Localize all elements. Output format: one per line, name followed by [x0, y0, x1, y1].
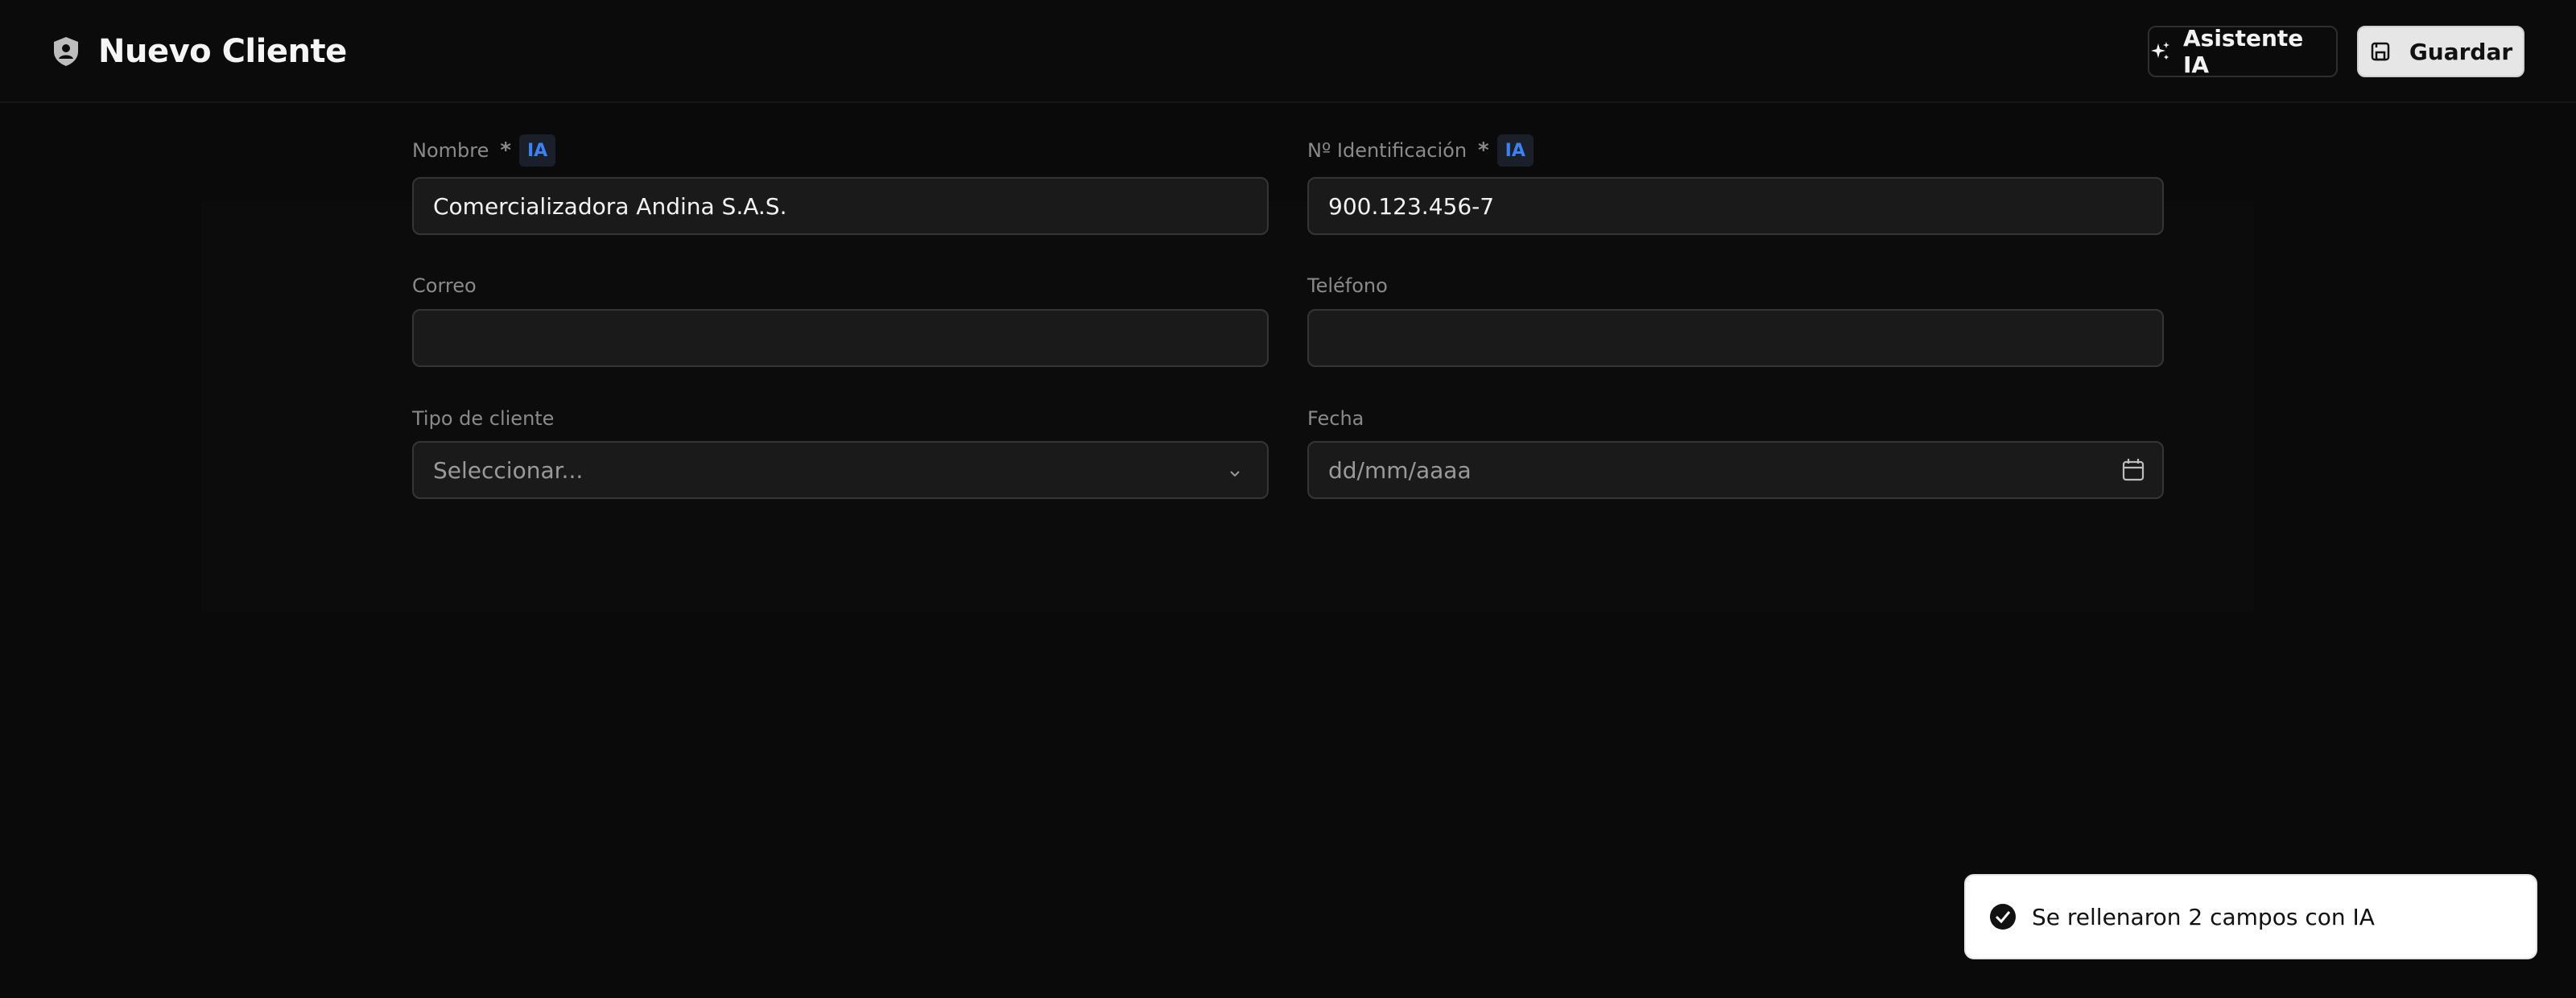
identificacion-input[interactable]: 900.123.456-7 [1307, 177, 2164, 235]
nombre-label-row: Nombre * IA [412, 133, 556, 168]
shield-user-icon [52, 34, 84, 69]
nombre-input[interactable]: Comercializadora Andina S.A.S. [412, 177, 1269, 235]
toast-message: Se rellenaron 2 campos con IA [2032, 903, 2375, 930]
ia-badge: IA [1496, 134, 1534, 167]
ia-badge: IA [518, 134, 556, 167]
required-mark: * [500, 138, 511, 163]
nombre-value: Comercializadora Andina S.A.S. [433, 192, 787, 220]
sparkles-icon [2149, 40, 2172, 63]
required-mark: * [1478, 138, 1489, 163]
identificacion-label-row: Nº Identificación * IA [1307, 133, 1534, 168]
telefono-label: Teléfono [1307, 274, 1388, 297]
identificacion-value: 900.123.456-7 [1328, 192, 1495, 220]
identificacion-label: Nº Identificación [1307, 139, 1468, 162]
fecha-input[interactable]: dd/mm/aaaa [1307, 441, 2164, 499]
save-icon [2369, 40, 2392, 63]
chevron-down-icon [1225, 462, 1245, 481]
check-circle-icon [1988, 902, 2017, 931]
correo-label-row: Correo [412, 268, 477, 303]
telefono-label-row: Teléfono [1307, 268, 1388, 303]
telefono-input[interactable] [1307, 309, 2164, 367]
nombre-label: Nombre [412, 139, 489, 162]
ai-assistant-label: Asistente IA [2183, 25, 2304, 78]
tipo-cliente-label-row: Tipo de cliente [412, 401, 554, 436]
correo-label: Correo [412, 274, 477, 297]
fecha-label: Fecha [1307, 407, 1364, 430]
correo-input[interactable] [412, 309, 1269, 367]
tipo-cliente-select[interactable]: Seleccionar... [412, 441, 1269, 499]
toast-notification: Se rellenaron 2 campos con IA [1964, 874, 2537, 959]
ai-assistant-button[interactable]: Asistente IA [2148, 25, 2338, 78]
fecha-placeholder: dd/mm/aaaa [1328, 456, 1472, 484]
brand: Nuevo Cliente [52, 32, 347, 71]
tipo-cliente-selected: Seleccionar... [433, 456, 584, 484]
save-label: Guardar [2409, 38, 2513, 65]
page-title: Nuevo Cliente [98, 33, 347, 70]
tipo-cliente-label: Tipo de cliente [412, 407, 555, 430]
app-header: Nuevo Cliente Asistente IA Guardar [0, 0, 2576, 103]
save-button[interactable]: Guardar [2357, 26, 2524, 77]
calendar-icon[interactable] [2119, 456, 2148, 485]
fecha-label-row: Fecha [1307, 401, 1364, 436]
